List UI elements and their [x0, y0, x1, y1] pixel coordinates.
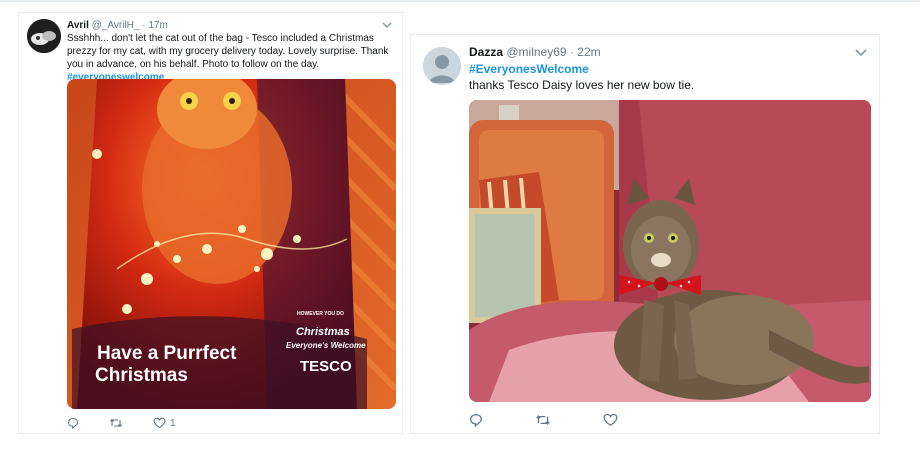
- tweet-photo[interactable]: Have a Purrfect Christmas HOWEVER YOU DO…: [67, 79, 396, 409]
- tweet-actions: 1: [67, 417, 202, 429]
- handle[interactable]: @_AvrilH_: [92, 20, 140, 31]
- chevron-down-icon[interactable]: [853, 45, 869, 59]
- retweet-button[interactable]: [535, 413, 555, 427]
- badge-arc-text: HOWEVER YOU DO: [297, 311, 344, 317]
- default-avatar[interactable]: [423, 47, 461, 85]
- tweet-actions: [469, 413, 648, 427]
- poster-headline-line2: Christmas: [95, 365, 188, 386]
- tweet-text: Ssshhh... don't let the cat out of the b…: [67, 32, 397, 84]
- handle[interactable]: @milney69: [506, 45, 566, 59]
- hashtag-link[interactable]: #EveryonesWelcome: [469, 61, 869, 77]
- brand-logo: TESCO: [300, 358, 352, 375]
- like-count: 1: [170, 417, 176, 429]
- retweet-icon: [109, 417, 123, 429]
- display-name[interactable]: Avril: [67, 20, 89, 31]
- top-divider: [0, 0, 920, 2]
- like-button[interactable]: 1: [153, 417, 176, 429]
- poster-headline-line1: Have a Purrfect: [97, 343, 237, 364]
- tweet-header: Dazza @milney69 · 22m: [469, 45, 601, 59]
- display-name[interactable]: Dazza: [469, 45, 503, 59]
- avatar[interactable]: [27, 19, 61, 53]
- retweet-icon: [535, 413, 551, 427]
- tweet-photo[interactable]: [469, 100, 871, 402]
- separator: ·: [142, 20, 146, 31]
- badge-line2: Everyone's Welcome: [286, 341, 366, 350]
- separator: ·: [569, 45, 574, 59]
- reply-icon: [469, 413, 483, 427]
- heart-icon: [603, 413, 618, 427]
- tweet-header: Avril @_AvrilH_ · 17m: [67, 20, 168, 31]
- retweet-button[interactable]: [109, 417, 127, 429]
- heart-icon: [153, 417, 166, 429]
- like-button[interactable]: [603, 413, 622, 427]
- tweet-body: thanks Tesco Daisy loves her new bow tie…: [469, 78, 695, 93]
- reply-button[interactable]: [67, 417, 83, 429]
- tweet-body: Ssshhh... don't let the cat out of the b…: [67, 33, 389, 70]
- tweet-text: #EveryonesWelcome thanks Tesco Daisy lov…: [469, 61, 869, 93]
- timestamp[interactable]: 17m: [148, 20, 167, 31]
- reply-button[interactable]: [469, 413, 487, 427]
- reply-icon: [67, 417, 79, 429]
- tweet-card[interactable]: Avril @_AvrilH_ · 17m Ssshhh... don't le…: [18, 12, 403, 434]
- badge-line1: Christmas: [296, 326, 350, 338]
- tweet-card[interactable]: Dazza @milney69 · 22m #EveryonesWelcome …: [410, 34, 880, 434]
- chevron-down-icon[interactable]: [380, 18, 394, 30]
- timestamp[interactable]: 22m: [577, 45, 600, 59]
